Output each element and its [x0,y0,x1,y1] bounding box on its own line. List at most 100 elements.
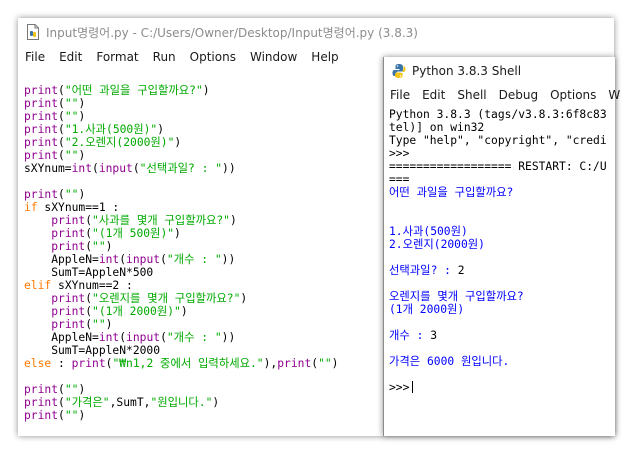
code-token: ) [78,409,86,422]
code-token: AppleN= [24,253,99,266]
shell-menu-bar: File Edit Shell Debug Options W [384,84,620,106]
code-token: ) [78,110,86,123]
code-token: ) [78,149,86,162]
code-token: int [71,162,93,175]
code-token: "어떤 과일을 구입할까요?" [64,84,203,97]
code-line: print("2.오렌지(2000원)") [24,136,338,149]
code-token: print [51,214,86,227]
shell-line: >>> [389,147,614,160]
code-token: print [24,149,59,162]
code-token: print [51,227,86,240]
shell-line: Type "help", "copyright", "credi [389,134,614,147]
code-line: sXYnum=int(input("선택과일? : ")) [24,162,338,175]
code-token: print [51,240,86,253]
code-line: print("") [24,240,338,253]
code-token: input [126,331,161,344]
code-token: === [389,173,410,186]
code-token: print [51,292,86,305]
shell-menu-file[interactable]: File [384,88,416,102]
code-line: AppleN=int(input("개수 : ")) [24,253,338,266]
code-token: print [51,305,86,318]
shell-line: (1개 2000원) [389,303,614,316]
shell-menu-edit[interactable]: Edit [416,88,451,102]
code-token: )) [222,162,236,175]
editor-menu-file[interactable]: File [18,50,52,64]
code-token: print [24,409,59,422]
shell-line: 어떤 과일을 구입할까요? [389,186,614,199]
editor-window-title: Input명령어.py - C:/Users/Owner/Desktop/Inp… [46,25,418,40]
code-token: ) [212,396,220,409]
code-token: (1개 2000원) [389,303,465,316]
code-token: ) [174,136,182,149]
code-token: tel)] on win32 [389,121,485,134]
code-token: ), [263,357,278,370]
editor-title-bar[interactable]: Input명령어.py - C:/Users/Owner/Desktop/Inp… [18,18,614,46]
code-token: 2.오렌지(2000원) [389,238,485,251]
code-token: "" [92,240,106,253]
code-token: >>> [389,147,417,160]
editor-menu-help[interactable]: Help [304,50,345,64]
editor-menu-format[interactable]: Format [89,50,145,64]
code-line: print("") [24,409,338,422]
text-cursor [412,381,414,393]
code-token: : [51,357,72,370]
python-file-icon [27,24,39,40]
shell-line: 선택과일? : 2 [389,264,614,277]
code-token: "가격은" [64,396,110,409]
shell-menu-options[interactable]: Options [544,88,602,102]
code-token: ) [331,357,339,370]
code-token: "(1개 2000원)" [92,305,181,318]
editor-menu-window[interactable]: Window [243,50,304,64]
code-token: input [126,253,161,266]
code-line: print("") [24,188,338,201]
code-token: ( [58,123,65,136]
code-token: ) [78,188,86,201]
shell-menu-shell[interactable]: Shell [451,88,492,102]
code-token: print [24,84,59,97]
shell-menu-debug[interactable]: Debug [493,88,544,102]
code-token: "" [64,383,79,396]
code-token: ( [132,162,140,175]
shell-title-bar[interactable]: Python 3.8.3 Shell [384,57,615,84]
code-token: ( [58,110,65,123]
code-editor-area[interactable]: print("어떤 과일을 구입할까요?") print("") print("")… [24,84,338,422]
code-token: "" [64,97,79,110]
code-line: print("") [24,110,338,123]
code-token: print [24,136,59,149]
code-token: elif [24,279,52,292]
code-token: "2.오렌지(2000원)" [64,136,175,149]
editor-menu-edit[interactable]: Edit [52,50,89,64]
shell-line: 2.오렌지(2000원) [389,238,614,251]
code-token: AppleN= [24,331,99,344]
code-token: ) [174,227,181,240]
code-token: print [24,123,59,136]
code-token: ) [180,305,188,318]
code-token: 3 [430,329,438,342]
code-line: SumT=AppleN*2000 [24,344,338,357]
code-token: print [24,396,59,409]
code-token: "" [64,188,79,201]
code-token: ( [160,331,167,344]
editor-menu-options[interactable]: Options [183,50,243,64]
shell-line: Python 3.8.3 (tags/v3.8.3:6f8c83 [389,108,614,121]
code-token: int [98,253,120,266]
shell-line: >>> [389,381,614,394]
shell-line: === [389,173,614,186]
code-token: 오렌지를 몇개 구입할까요? [389,290,524,303]
code-token: print [51,318,86,331]
shell-output-area[interactable]: Python 3.8.3 (tags/v3.8.3:6f8c83 tel)] on… [389,108,614,394]
editor-menu-run[interactable]: Run [146,50,183,64]
shell-line: 가격은 6000 원입니다. [389,355,614,368]
code-token: ) [78,97,86,110]
shell-menu-window[interactable]: W [602,88,626,102]
code-token: "개수 : " [166,331,222,344]
code-token: "" [92,318,106,331]
shell-line: ================== RESTART: C:/U [389,160,614,173]
